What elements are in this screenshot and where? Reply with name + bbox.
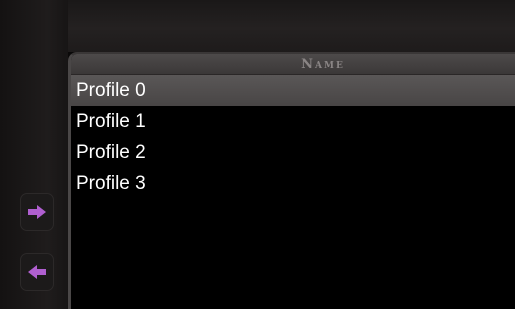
profile-list: Profile 0 Profile 1 Profile 2 Profile 3: [71, 75, 515, 199]
top-band: [0, 0, 515, 52]
column-header-name[interactable]: Name: [71, 54, 515, 75]
arrow-right-icon: [28, 205, 46, 219]
arrow-left-icon: [28, 265, 46, 279]
list-item-profile-2[interactable]: Profile 2: [71, 137, 515, 168]
column-header-label: Name: [301, 56, 345, 72]
list-item-profile-0[interactable]: Profile 0: [71, 75, 515, 106]
previous-button[interactable]: [20, 253, 54, 291]
list-item-profile-1[interactable]: Profile 1: [71, 106, 515, 137]
next-button[interactable]: [20, 193, 54, 231]
profile-list-panel: Name Profile 0 Profile 1 Profile 2 Profi…: [68, 52, 515, 309]
list-item-profile-3[interactable]: Profile 3: [71, 168, 515, 199]
